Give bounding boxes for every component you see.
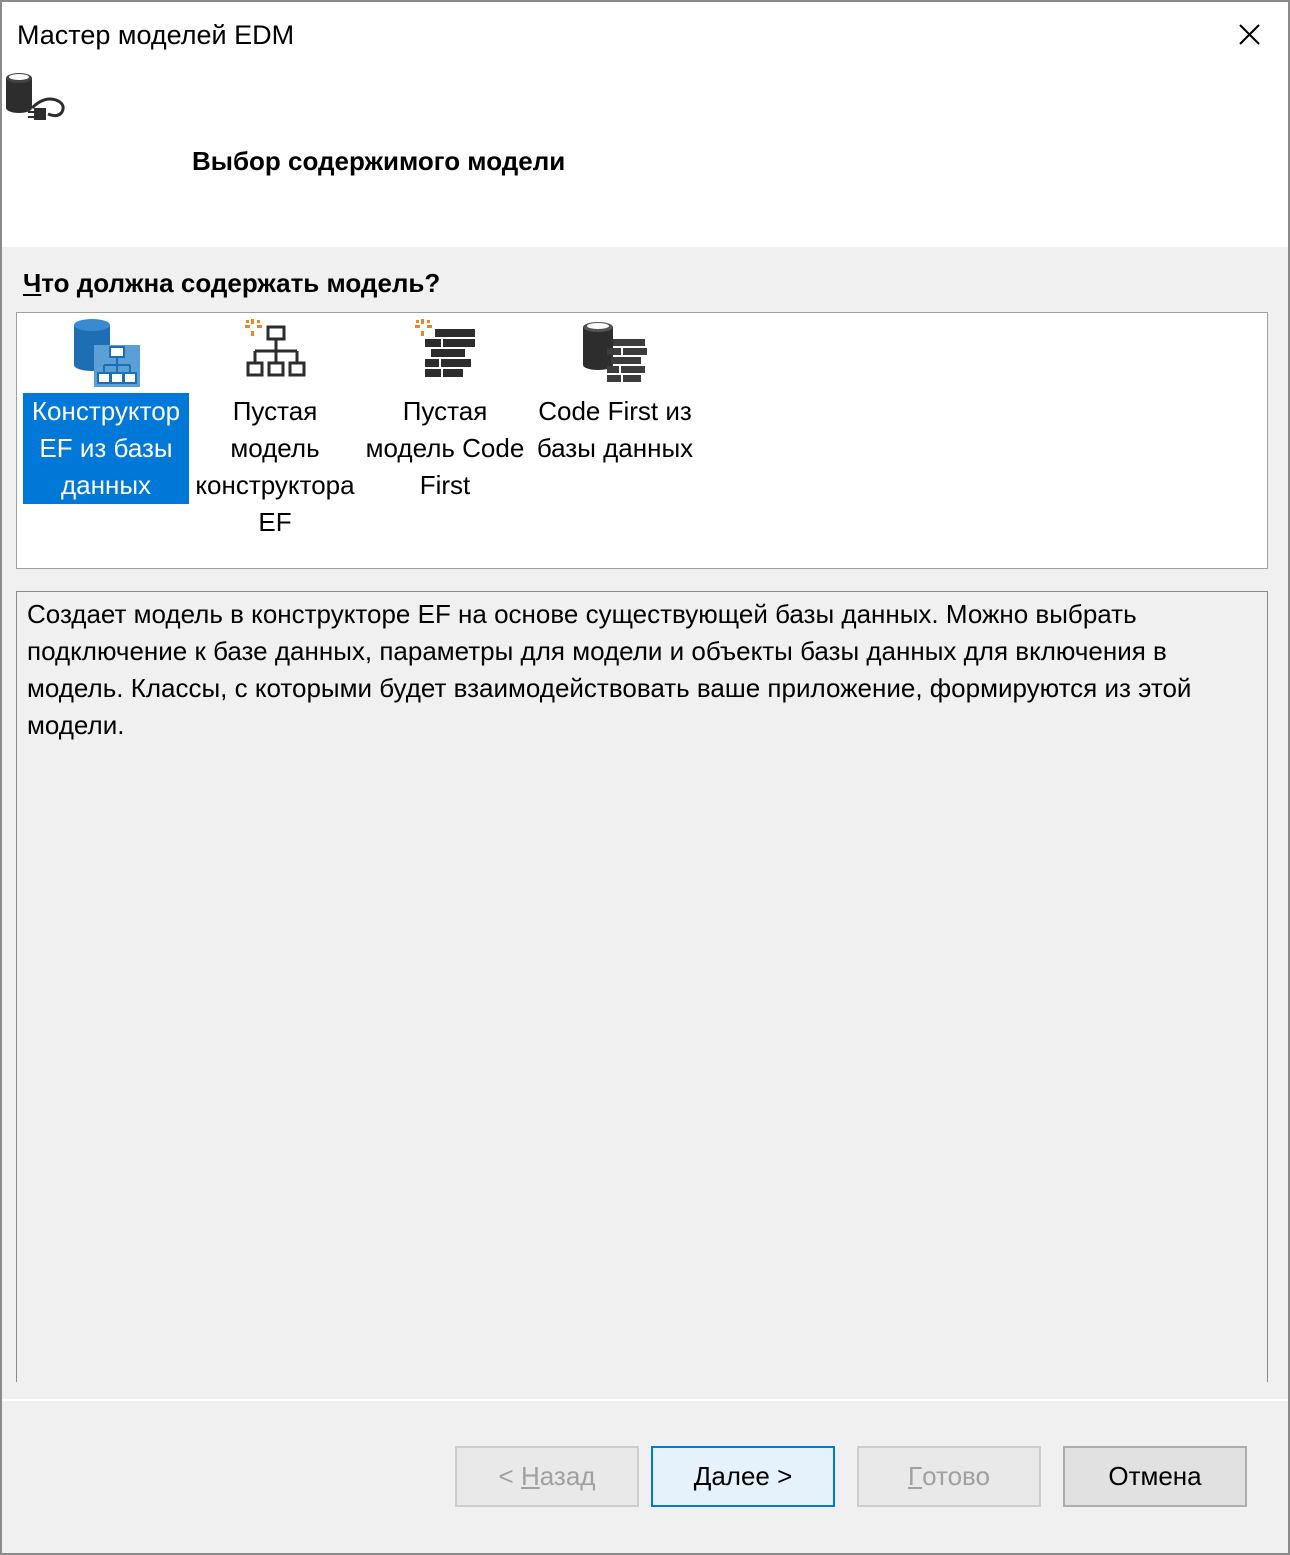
option-label: Пустая модель конструктора EF	[195, 396, 355, 537]
close-icon[interactable]	[1228, 14, 1270, 56]
option-label: Пустая модель Code First	[365, 396, 525, 500]
finish-button[interactable]: Готово	[857, 1446, 1041, 1507]
option-label: Конструктор EF из базы данных	[23, 393, 189, 504]
back-button[interactable]: < Назад	[455, 1446, 639, 1507]
window-title: Мастер моделей EDM	[17, 20, 295, 50]
next-button-mnemonic: Д	[693, 1461, 712, 1491]
back-button-prefix: <	[498, 1461, 514, 1491]
model-contents-list[interactable]: Конструктор EF из базы данных Пустая мод…	[16, 312, 1268, 569]
wizard-dialog: Мастер моделей EDM Выбор содержимого мод…	[0, 0, 1290, 1555]
footer-separator	[2, 1399, 1288, 1401]
finish-button-label: отово	[922, 1461, 991, 1491]
wizard-header: Выбор содержимого модели	[2, 70, 1288, 247]
back-button-label: азад	[539, 1461, 596, 1491]
description-text: Создает модель в конструкторе EF на осно…	[27, 599, 1192, 740]
question-text: то должна содержать модель?	[41, 268, 441, 298]
database-code-first-icon	[577, 317, 653, 391]
empty-hierarchy-icon	[237, 317, 313, 391]
cancel-button-label: Отмена	[1108, 1461, 1202, 1491]
title-bar: Мастер моделей EDM	[2, 2, 1288, 70]
cancel-button[interactable]: Отмена	[1063, 1446, 1247, 1507]
description-box: Создает модель в конструкторе EF на осно…	[16, 591, 1268, 1382]
next-button[interactable]: Далее >	[651, 1446, 835, 1507]
database-hierarchy-icon	[68, 317, 144, 391]
finish-button-mnemonic: Г	[907, 1461, 923, 1491]
empty-code-first-icon	[407, 317, 483, 391]
step-title: Выбор содержимого модели	[192, 146, 566, 176]
database-plug-icon	[4, 70, 70, 131]
back-button-mnemonic: Н	[520, 1461, 540, 1491]
next-button-label: алее >	[711, 1461, 793, 1491]
question-label: Что должна содержать модель?	[23, 268, 440, 299]
option-label: Code First из базы данных	[536, 396, 694, 463]
question-mnemonic: Ч	[23, 268, 42, 298]
